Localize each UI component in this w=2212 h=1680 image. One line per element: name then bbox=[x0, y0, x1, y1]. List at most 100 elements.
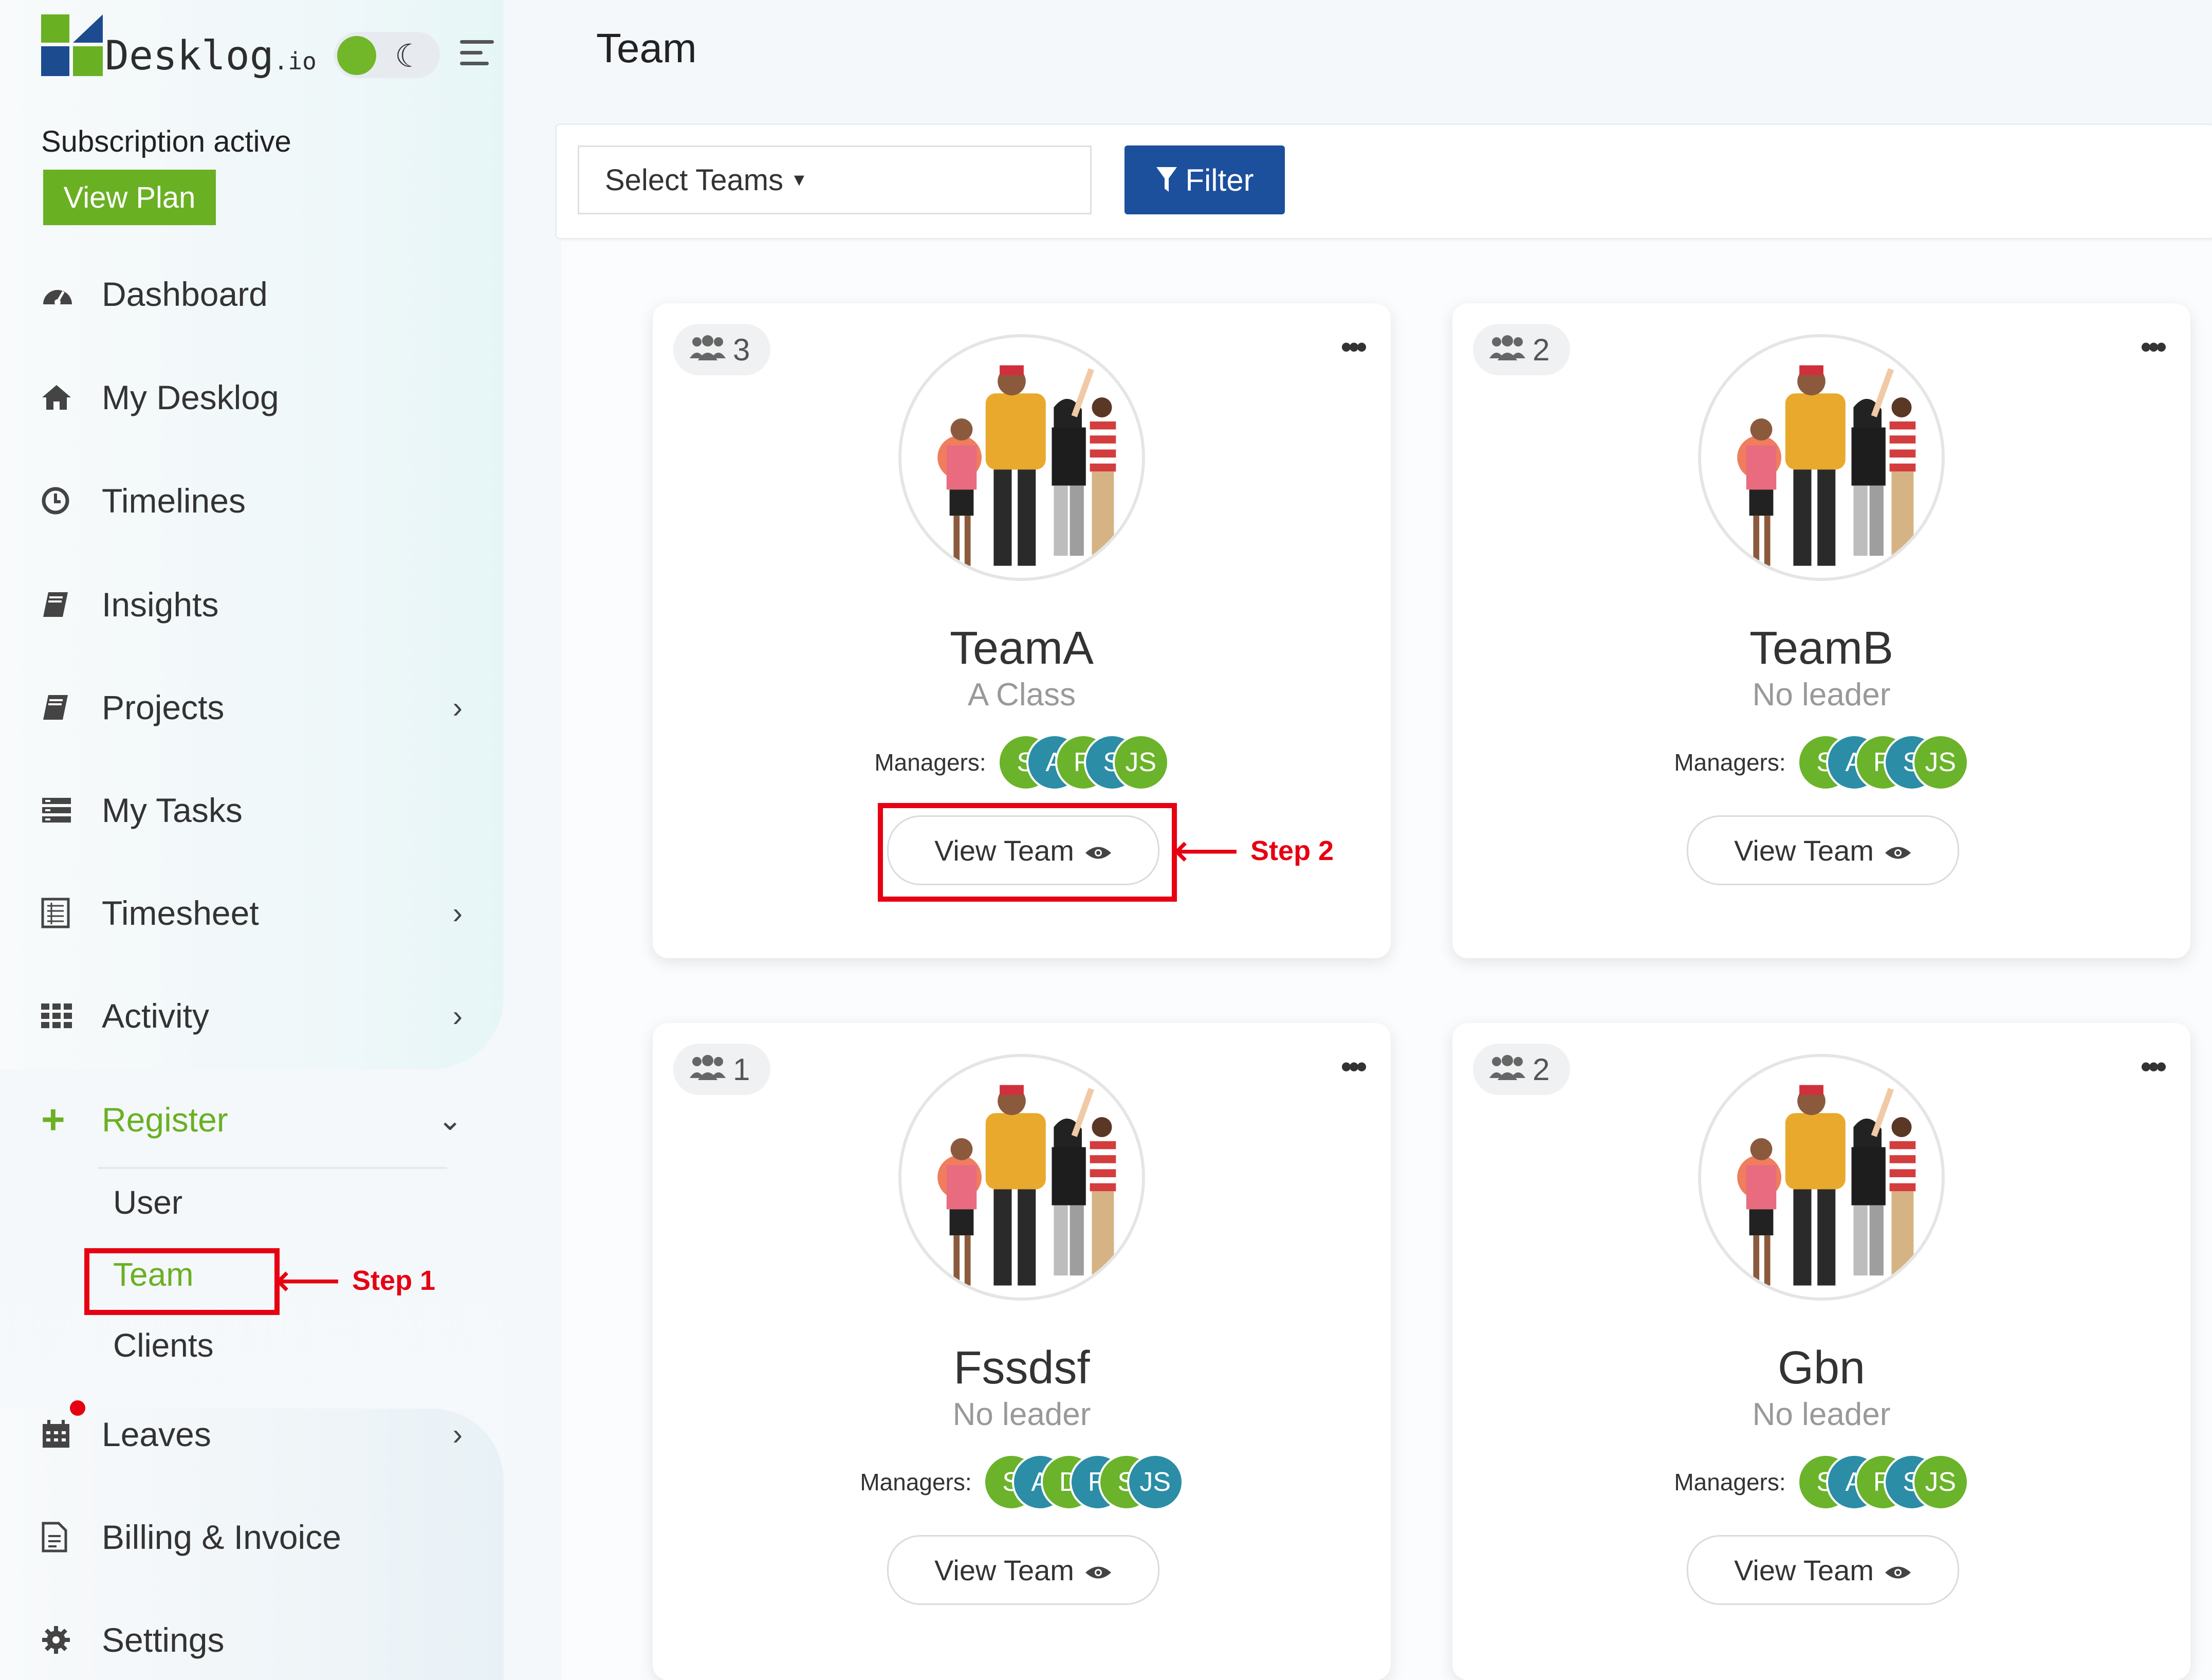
view-plan-button[interactable]: View Plan bbox=[43, 170, 216, 225]
sidebar-item-label: Dashboard bbox=[102, 275, 268, 313]
avatar[interactable]: JS bbox=[1112, 734, 1169, 791]
invoice-icon bbox=[41, 1521, 82, 1554]
more-options-icon[interactable]: ••• bbox=[1341, 1049, 1367, 1084]
team-card: 2 ••• Gbn No leader Managers: S A R S JS… bbox=[1452, 1023, 2190, 1680]
sidebar-item-dashboard[interactable]: Dashboard bbox=[41, 268, 463, 320]
theme-toggle[interactable]: ☾ bbox=[334, 32, 440, 78]
moon-icon: ☾ bbox=[395, 39, 423, 74]
sidebar-item-insights[interactable]: Insights bbox=[41, 579, 463, 630]
select-teams-dropdown[interactable]: Select Teams ▼ bbox=[578, 145, 1092, 214]
team-illustration bbox=[1698, 334, 1945, 581]
step1-annotation: ⟵ Step 1 bbox=[274, 1255, 436, 1306]
managers-row: Managers: S A D R S JS bbox=[653, 1454, 1391, 1510]
team-card: 2 ••• TeamB No leader Managers: S A R S … bbox=[1452, 303, 2190, 958]
sidebar-item-label: My Tasks bbox=[102, 791, 243, 829]
sidebar-subitem-user[interactable]: User bbox=[113, 1183, 182, 1221]
managers-label: Managers: bbox=[874, 749, 986, 776]
sidebar-item-leaves[interactable]: Leaves › bbox=[41, 1409, 463, 1460]
sidebar-item-register[interactable]: + Register ⌄ bbox=[41, 1094, 463, 1145]
sidebar-item-my-tasks[interactable]: My Tasks bbox=[41, 784, 463, 836]
sidebar-item-label: Billing & Invoice bbox=[102, 1518, 341, 1556]
more-options-icon[interactable]: ••• bbox=[1341, 329, 1367, 364]
chevron-right-icon: › bbox=[452, 896, 463, 930]
avatar[interactable]: JS bbox=[1127, 1454, 1184, 1510]
sidebar-item-billing[interactable]: Billing & Invoice bbox=[41, 1511, 463, 1563]
sidebar-item-activity[interactable]: Activity › bbox=[41, 990, 463, 1042]
step2-highlight-box bbox=[878, 803, 1177, 902]
avatar[interactable]: JS bbox=[1912, 734, 1969, 791]
desklog-logo-mark bbox=[41, 14, 103, 76]
sidebar-item-settings[interactable]: Settings bbox=[41, 1614, 463, 1666]
member-count-badge: 1 bbox=[673, 1044, 771, 1095]
sidebar-item-label: Leaves bbox=[102, 1415, 211, 1453]
member-count-badge: 2 bbox=[1473, 324, 1571, 375]
subscription-status: Subscription active bbox=[41, 125, 291, 158]
team-name: Gbn bbox=[1777, 1342, 1866, 1394]
calendar-icon bbox=[41, 1418, 82, 1451]
managers-label: Managers: bbox=[1674, 749, 1786, 776]
notification-dot bbox=[70, 1400, 85, 1416]
avatar[interactable]: JS bbox=[1912, 1454, 1969, 1510]
brand-name: Desklog.io bbox=[105, 33, 317, 79]
view-team-button[interactable]: View Team bbox=[1687, 815, 1959, 885]
step2-annotation: ⟵ Step 2 bbox=[1173, 825, 1334, 876]
clock-icon bbox=[41, 484, 82, 517]
eye-icon bbox=[1884, 834, 1912, 867]
arrow-left-icon: ⟵ bbox=[274, 1255, 341, 1306]
manager-avatars: S A R S JS bbox=[1797, 1454, 1969, 1510]
plus-icon: + bbox=[41, 1097, 65, 1142]
filter-button[interactable]: Filter bbox=[1125, 145, 1285, 214]
divider bbox=[98, 1167, 447, 1169]
sidebar-item-label: Timelines bbox=[102, 482, 246, 520]
chevron-right-icon: › bbox=[452, 999, 463, 1033]
managers-label: Managers: bbox=[1674, 1469, 1786, 1495]
team-name: TeamA bbox=[949, 623, 1094, 674]
more-options-icon[interactable]: ••• bbox=[2141, 1049, 2167, 1084]
users-icon bbox=[1489, 1052, 1525, 1087]
managers-row: Managers: S A R S JS bbox=[653, 734, 1391, 791]
dashboard-icon bbox=[41, 278, 82, 311]
caret-down-icon: ▼ bbox=[790, 170, 808, 190]
step1-highlight-box bbox=[84, 1248, 280, 1315]
filter-icon bbox=[1156, 167, 1177, 192]
team-illustration bbox=[898, 1054, 1145, 1301]
view-team-button[interactable]: View Team bbox=[1687, 1535, 1959, 1605]
page-title: Team bbox=[596, 25, 697, 71]
managers-row: Managers: S A R S JS bbox=[1452, 1454, 2190, 1510]
team-name: Fssdsf bbox=[953, 1342, 1090, 1394]
sidebar-item-my-desklog[interactable]: My Desklog bbox=[41, 372, 463, 423]
users-icon bbox=[1489, 332, 1525, 368]
manager-avatars: S A R S JS bbox=[1797, 734, 1969, 791]
member-count-badge: 3 bbox=[673, 324, 771, 375]
team-illustration bbox=[898, 334, 1145, 581]
team-leader: No leader bbox=[1752, 1397, 1891, 1432]
chevron-right-icon: › bbox=[452, 690, 463, 724]
team-leader: A Class bbox=[967, 677, 1076, 713]
users-icon bbox=[690, 332, 726, 368]
team-card: 1 ••• Fssdsf No leader Managers: S A D R… bbox=[653, 1023, 1391, 1680]
chevron-right-icon: › bbox=[452, 1417, 463, 1451]
eye-icon bbox=[1884, 1554, 1912, 1587]
menu-collapse-icon[interactable] bbox=[460, 40, 494, 72]
sidebar-subitem-clients[interactable]: Clients bbox=[113, 1326, 214, 1364]
book-icon bbox=[41, 691, 82, 724]
sidebar-item-timelines[interactable]: Timelines bbox=[41, 475, 463, 526]
team-illustration bbox=[1698, 1054, 1945, 1301]
gear-icon bbox=[41, 1623, 82, 1656]
sidebar-item-timesheet[interactable]: Timesheet › bbox=[41, 887, 463, 939]
managers-label: Managers: bbox=[860, 1469, 972, 1495]
chevron-down-icon: ⌄ bbox=[437, 1103, 463, 1137]
book-icon bbox=[41, 588, 82, 621]
more-options-icon[interactable]: ••• bbox=[2141, 329, 2167, 364]
sidebar-item-projects[interactable]: Projects › bbox=[41, 682, 463, 733]
sheet-icon bbox=[41, 897, 82, 929]
toggle-knob bbox=[337, 36, 376, 75]
sidebar-item-label: Insights bbox=[102, 586, 219, 624]
view-team-button[interactable]: View Team bbox=[887, 1535, 1159, 1605]
sidebar-item-label: Settings bbox=[102, 1621, 225, 1659]
sidebar-item-label: Register bbox=[102, 1101, 228, 1139]
team-name: TeamB bbox=[1749, 623, 1894, 674]
arrow-left-icon: ⟵ bbox=[1173, 825, 1240, 876]
desklog-logo[interactable]: Desklog.io bbox=[41, 14, 317, 76]
tasks-icon bbox=[41, 794, 82, 827]
